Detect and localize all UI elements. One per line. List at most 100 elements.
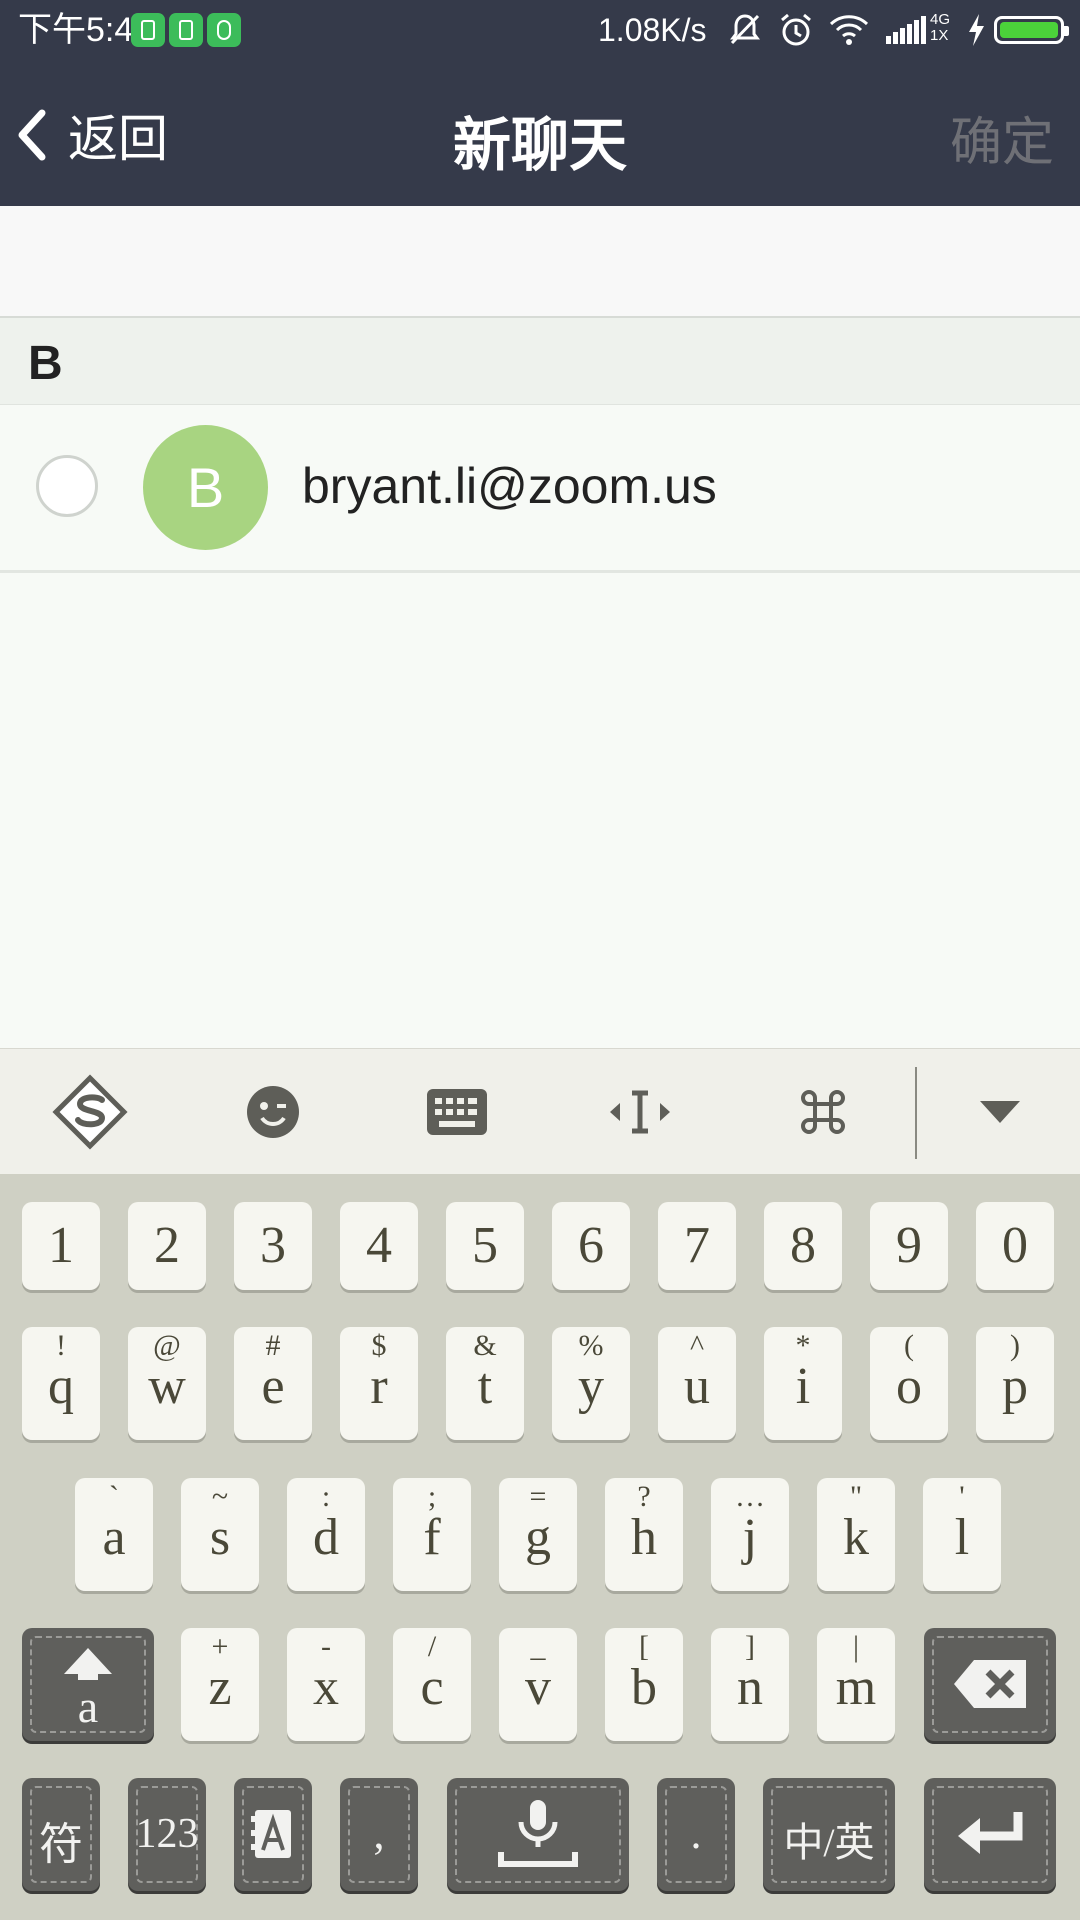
collapse-icon[interactable] bbox=[960, 1074, 1040, 1149]
key-letter-label: l bbox=[954, 1509, 970, 1566]
key-y[interactable]: % y bbox=[552, 1327, 630, 1440]
key-x[interactable]: -x bbox=[287, 1628, 365, 1741]
key-h[interactable]: ? h bbox=[605, 1478, 683, 1591]
key-digit-label: 1 bbox=[48, 1217, 74, 1274]
period-key[interactable]: . bbox=[657, 1778, 735, 1891]
key-j[interactable]: … j bbox=[711, 1478, 789, 1591]
sogou-logo-icon[interactable] bbox=[50, 1073, 130, 1150]
key-f[interactable]: ; f bbox=[393, 1478, 471, 1591]
key-letter-label: u bbox=[684, 1358, 710, 1415]
key-7[interactable]: 7 bbox=[658, 1202, 736, 1290]
key-letter-label: y bbox=[578, 1358, 604, 1415]
key-digit-label: 3 bbox=[260, 1217, 286, 1274]
emoji-icon[interactable] bbox=[233, 1074, 313, 1149]
key-letter-label: k bbox=[843, 1509, 869, 1566]
search-input[interactable] bbox=[0, 206, 1080, 318]
command-icon[interactable] bbox=[783, 1074, 863, 1149]
key-b[interactable]: [b bbox=[605, 1628, 683, 1741]
key-o[interactable]: (o bbox=[870, 1327, 948, 1440]
key-letter-label: q bbox=[48, 1358, 74, 1415]
key-letter-label: o bbox=[896, 1358, 922, 1415]
select-radio[interactable] bbox=[36, 455, 98, 517]
key-i[interactable]: * i bbox=[764, 1327, 842, 1440]
key-8[interactable]: 8 bbox=[764, 1202, 842, 1290]
key-letter-label: m bbox=[835, 1659, 877, 1716]
key-letter-label: c bbox=[420, 1659, 444, 1716]
numeric-key[interactable]: 123 bbox=[128, 1778, 206, 1891]
key-1[interactable]: 1 bbox=[22, 1202, 100, 1290]
wifi-icon bbox=[829, 15, 869, 45]
key-5[interactable]: 5 bbox=[446, 1202, 524, 1290]
language-label: 中/英 bbox=[783, 1820, 875, 1865]
key-letter-label: j bbox=[742, 1509, 758, 1566]
section-header: B bbox=[0, 318, 1080, 405]
mute-bell-icon bbox=[730, 14, 760, 45]
key-letter-label: s bbox=[209, 1509, 231, 1566]
key-n[interactable]: ] n bbox=[711, 1628, 789, 1741]
voice-key[interactable] bbox=[447, 1778, 629, 1891]
symbol-label: 符 bbox=[39, 1820, 83, 1869]
key-letter-label: p bbox=[1002, 1358, 1028, 1415]
avatar: B bbox=[143, 425, 268, 550]
cursor-icon[interactable] bbox=[600, 1074, 680, 1149]
numeric-label: 123 bbox=[135, 1811, 199, 1857]
contact-name: bryant.li@zoom.us bbox=[302, 458, 717, 514]
title-bar: 返回 新聊天 确定 bbox=[0, 60, 1080, 206]
key-digit-label: 9 bbox=[896, 1217, 922, 1274]
language-switch-key[interactable]: 中/英 bbox=[763, 1778, 895, 1891]
key-q[interactable]: ! q bbox=[22, 1327, 100, 1440]
key-2[interactable]: 2 bbox=[128, 1202, 206, 1290]
key-g[interactable]: = g bbox=[499, 1478, 577, 1591]
key-v[interactable]: _ v bbox=[499, 1628, 577, 1741]
key-digit-label: 5 bbox=[472, 1217, 498, 1274]
key-m[interactable]: | m bbox=[817, 1628, 895, 1741]
key-u[interactable]: ^ u bbox=[658, 1327, 736, 1440]
contacts-key[interactable] bbox=[234, 1778, 312, 1891]
shift-label: a bbox=[77, 1681, 99, 1732]
confirm-button[interactable]: 确定 bbox=[950, 100, 1054, 175]
section-letter: B bbox=[28, 337, 63, 390]
network-type: 4G 1X bbox=[930, 11, 951, 44]
key-letter-label: n bbox=[737, 1659, 763, 1716]
key-a[interactable]: ` a bbox=[75, 1478, 153, 1591]
key-d[interactable]: :d bbox=[287, 1478, 365, 1591]
key-e[interactable]: # e bbox=[234, 1327, 312, 1440]
key-digit-label: 8 bbox=[790, 1217, 816, 1274]
keyboard-icon[interactable] bbox=[417, 1074, 497, 1149]
key-r[interactable]: $ r bbox=[340, 1327, 418, 1440]
key-l[interactable]: ' l bbox=[923, 1478, 1001, 1591]
key-letter-label: b bbox=[631, 1659, 657, 1716]
enter-key[interactable] bbox=[924, 1778, 1056, 1891]
key-digit-label: 4 bbox=[366, 1217, 392, 1274]
key-4[interactable]: 4 bbox=[340, 1202, 418, 1290]
key-t[interactable]: & t bbox=[446, 1327, 524, 1440]
key-6[interactable]: 6 bbox=[552, 1202, 630, 1290]
key-letter-label: r bbox=[370, 1358, 388, 1415]
key-9[interactable]: 9 bbox=[870, 1202, 948, 1290]
key-s[interactable]: ~ s bbox=[181, 1478, 259, 1591]
keyboard-toolbar bbox=[0, 1048, 1080, 1174]
comma-key[interactable]: , bbox=[340, 1778, 418, 1891]
key-letter-label: z bbox=[208, 1659, 232, 1716]
microphone-icon bbox=[498, 1800, 578, 1867]
key-letter-label: w bbox=[148, 1358, 186, 1415]
key-digit-label: 0 bbox=[1002, 1217, 1028, 1274]
contacts-book-icon bbox=[251, 1810, 291, 1858]
key-0[interactable]: 0 bbox=[976, 1202, 1054, 1290]
key-letter-label: h bbox=[631, 1509, 657, 1566]
key-3[interactable]: 3 bbox=[234, 1202, 312, 1290]
key-digit-label: 6 bbox=[578, 1217, 604, 1274]
key-c[interactable]: / c bbox=[393, 1628, 471, 1741]
key-letter-label: d bbox=[313, 1509, 339, 1566]
key-k[interactable]: " k bbox=[817, 1478, 895, 1591]
symbol-key[interactable]: 符 bbox=[22, 1778, 100, 1891]
contact-row[interactable]: B bryant.li@zoom.us bbox=[0, 405, 1080, 573]
shift-key[interactable]: a bbox=[22, 1628, 154, 1741]
key-digit-label: 2 bbox=[154, 1217, 180, 1274]
key-w[interactable]: @ w bbox=[128, 1327, 206, 1440]
backspace-key[interactable] bbox=[924, 1628, 1056, 1741]
key-letter-label: t bbox=[477, 1358, 493, 1415]
key-p[interactable]: ) p bbox=[976, 1327, 1054, 1440]
key-digit-label: 7 bbox=[684, 1217, 710, 1274]
key-z[interactable]: + z bbox=[181, 1628, 259, 1741]
